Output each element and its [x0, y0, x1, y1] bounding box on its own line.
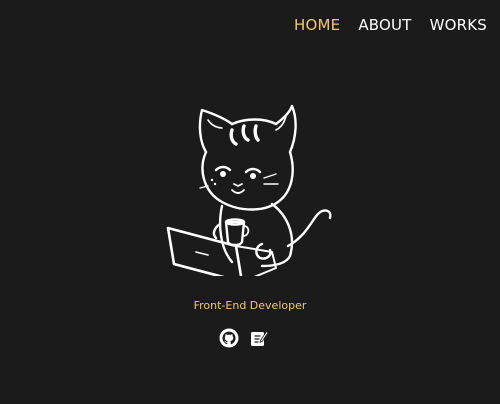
page: HOME ABOUT WORKS Front-End Developer: [0, 0, 500, 404]
github-icon[interactable]: [219, 328, 239, 348]
nav-about-link[interactable]: ABOUT: [358, 16, 411, 34]
social-links: [219, 328, 269, 348]
nav-home-link[interactable]: HOME: [294, 16, 340, 34]
top-nav: HOME ABOUT WORKS: [294, 16, 487, 34]
cat-with-laptop-icon: [160, 96, 340, 276]
edit-note-icon[interactable]: [249, 328, 269, 348]
nav-works-link[interactable]: WORKS: [430, 16, 487, 34]
tagline: Front-End Developer: [193, 299, 307, 312]
